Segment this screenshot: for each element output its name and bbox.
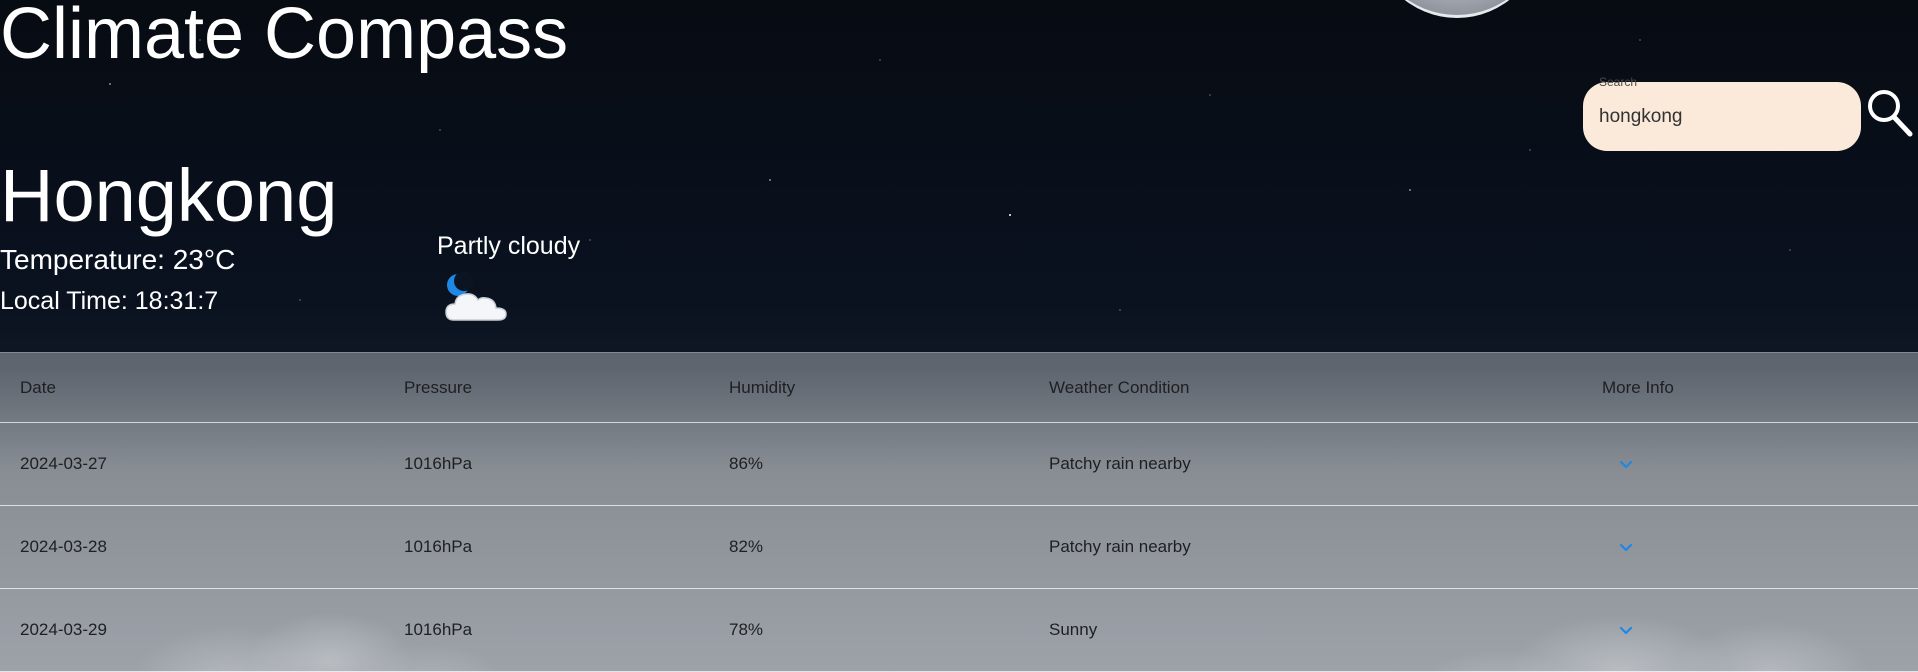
- expand-row-button[interactable]: [1616, 454, 1636, 474]
- search-button[interactable]: [1864, 86, 1914, 138]
- app-title: Climate Compass: [0, 0, 569, 74]
- cell-condition: Patchy rain nearby: [1029, 505, 1582, 589]
- cell-pressure: 1016hPa: [384, 422, 709, 506]
- search-icon: [1868, 90, 1913, 137]
- temperature-text: Temperature: 23°C: [0, 244, 236, 275]
- current-condition-text: Partly cloudy: [437, 232, 581, 260]
- search-label: Search: [1599, 75, 1638, 89]
- chevron-down-icon: [1619, 461, 1633, 469]
- partly-cloudy-night-icon: [445, 271, 507, 321]
- cell-date: 2024-03-27: [0, 422, 384, 506]
- column-header-humidity: Humidity: [709, 352, 1029, 423]
- cell-date: 2024-03-28: [0, 505, 384, 589]
- cell-date: 2024-03-29: [0, 588, 384, 672]
- column-header-pressure: Pressure: [384, 352, 709, 423]
- expand-row-button[interactable]: [1616, 537, 1636, 557]
- search-input[interactable]: [1583, 82, 1861, 151]
- cell-more-info: [1582, 422, 1918, 506]
- cell-humidity: 86%: [709, 422, 1029, 506]
- cell-humidity: 82%: [709, 505, 1029, 589]
- table-row: 2024-03-29 1016hPa 78% Sunny: [0, 588, 1918, 672]
- local-time-text: Local Time: 18:31:7: [0, 287, 219, 315]
- cell-more-info: [1582, 588, 1918, 672]
- chevron-down-icon: [1619, 627, 1633, 635]
- column-header-weather-condition: Weather Condition: [1029, 352, 1582, 423]
- cell-humidity: 78%: [709, 588, 1029, 672]
- search-field: Search: [1583, 75, 1861, 151]
- cell-pressure: 1016hPa: [384, 505, 709, 589]
- cell-condition: Patchy rain nearby: [1029, 422, 1582, 506]
- cell-pressure: 1016hPa: [384, 588, 709, 672]
- city-name: Hongkong: [0, 154, 338, 237]
- column-header-date: Date: [0, 352, 384, 423]
- forecast-table: Date Pressure Humidity Weather Condition…: [0, 352, 1918, 672]
- cell-more-info: [1582, 505, 1918, 589]
- chevron-down-icon: [1619, 544, 1633, 552]
- table-row: 2024-03-27 1016hPa 86% Patchy rain nearb…: [0, 422, 1918, 506]
- table-header-row: Date Pressure Humidity Weather Condition…: [0, 352, 1918, 423]
- expand-row-button[interactable]: [1616, 620, 1636, 640]
- cell-condition: Sunny: [1029, 588, 1582, 672]
- table-row: 2024-03-28 1016hPa 82% Patchy rain nearb…: [0, 505, 1918, 589]
- page: Climate Compass Search Hongkong Temperat…: [0, 0, 1918, 672]
- column-header-more-info: More Info: [1582, 352, 1918, 423]
